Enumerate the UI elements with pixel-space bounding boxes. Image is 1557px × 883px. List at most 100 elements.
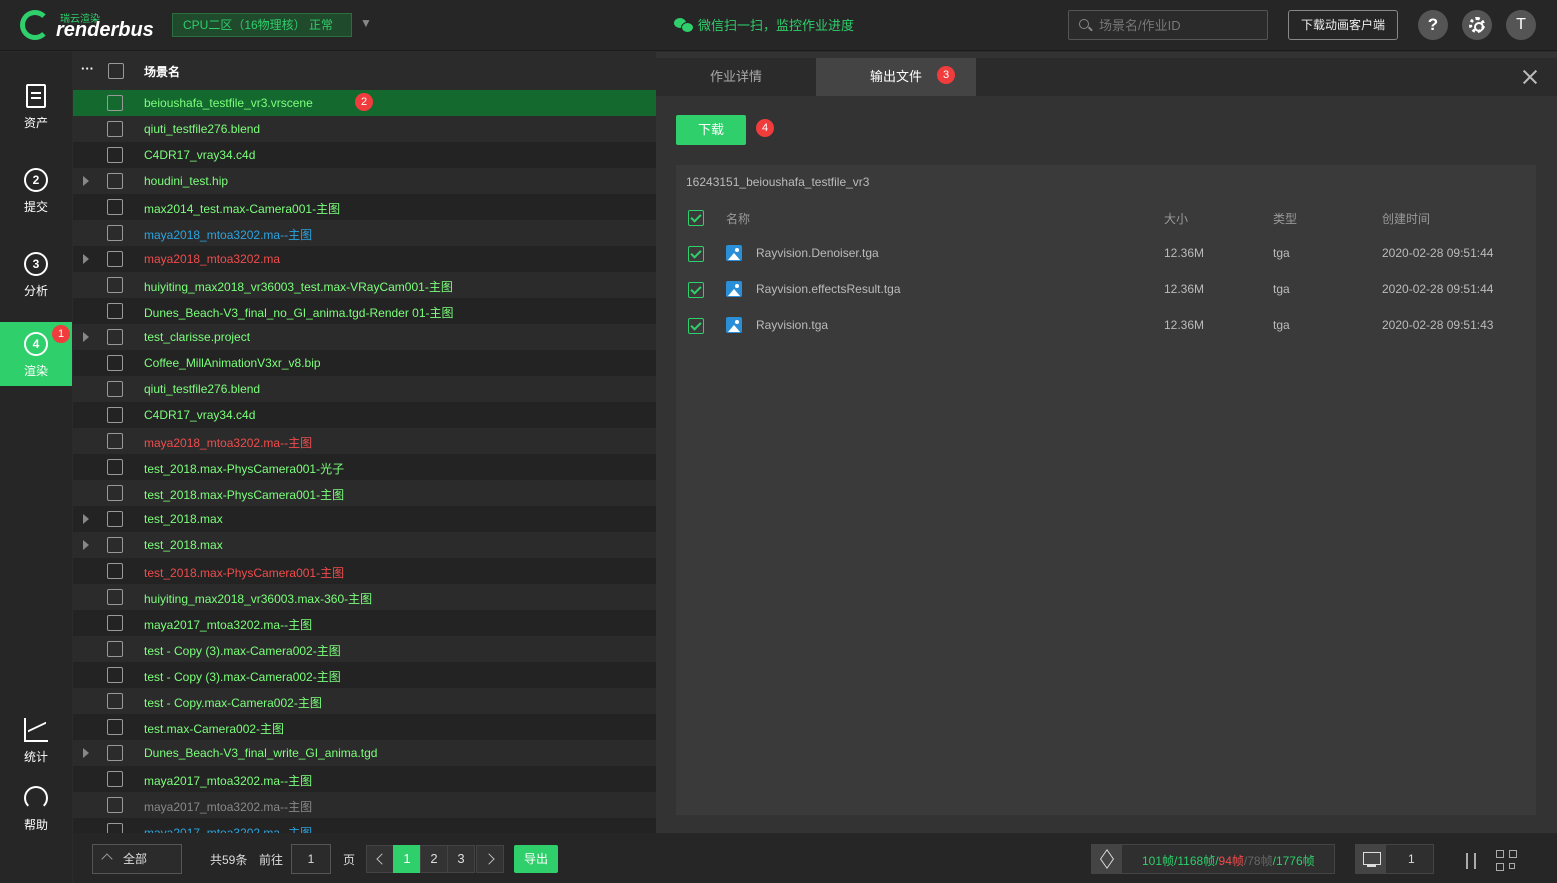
prev-page-button[interactable] [366, 845, 394, 873]
row-checkbox[interactable] [107, 173, 123, 189]
row-checkbox[interactable] [107, 823, 123, 833]
cpu-zone-selector[interactable]: CPU二区（16物理核） 正常 [172, 13, 352, 37]
close-icon[interactable] [1520, 68, 1540, 88]
table-row[interactable]: test_2018.max [73, 506, 656, 532]
table-row[interactable]: maya2017_mtoa3202.ma--主图 [73, 818, 656, 833]
table-row[interactable]: Coffee_MillAnimationV3xr_v8.bip [73, 350, 656, 376]
row-checkbox[interactable] [107, 147, 123, 163]
help-button[interactable]: ? [1418, 10, 1448, 40]
table-row[interactable]: huiyiting_max2018_vr36003_test.max-VRayC… [73, 272, 656, 298]
table-row[interactable]: qiuti_testfile276.blend [73, 376, 656, 402]
column-header-size[interactable]: 大小 [1164, 210, 1188, 227]
row-checkbox[interactable] [107, 511, 123, 527]
scene-name-column-header[interactable]: 场景名 [144, 63, 180, 80]
export-button[interactable]: 导出 [514, 845, 558, 873]
search-box[interactable] [1068, 10, 1268, 40]
table-row[interactable]: Dunes_Beach-V3_final_write_GI_anima.tgd [73, 740, 656, 766]
goto-page-input[interactable]: 1 [291, 844, 331, 874]
select-all-checkbox[interactable] [108, 63, 124, 79]
table-row[interactable]: maya2017_mtoa3202.ma--主图 [73, 792, 656, 818]
row-checkbox[interactable] [107, 95, 123, 111]
sidebar-item-render[interactable]: 4 1 渲染 [0, 322, 72, 386]
row-checkbox[interactable] [107, 459, 123, 475]
table-row[interactable]: C4DR17_vray34.c4d [73, 402, 656, 428]
user-avatar[interactable]: T [1506, 10, 1536, 40]
table-row[interactable]: test - Copy.max-Camera002-主图 [73, 688, 656, 714]
sidebar-item-analyze[interactable]: 3 分析 [0, 242, 72, 306]
table-row[interactable]: test_2018.max-PhysCamera001-光子 [73, 454, 656, 480]
search-input[interactable] [1099, 11, 1264, 39]
table-row[interactable]: maya2017_mtoa3202.ma--主图 [73, 766, 656, 792]
expand-arrow-icon[interactable] [83, 176, 89, 186]
table-row[interactable]: beioushafa_testfile_vr3.vrscene 2 [73, 90, 656, 116]
tab-job-detail[interactable]: 作业详情 [656, 58, 816, 96]
table-row[interactable]: maya2018_mtoa3202.ma [73, 246, 656, 272]
status-filter-select[interactable]: 全部 [92, 844, 182, 874]
row-checkbox[interactable] [107, 641, 123, 657]
page-button-1[interactable]: 1 [393, 845, 421, 873]
sort-icon[interactable] [1463, 851, 1483, 871]
page-button-3[interactable]: 3 [447, 845, 475, 873]
settings-button[interactable] [1462, 10, 1492, 40]
table-row[interactable]: huiyiting_max2018_vr36003.max-360-主图 [73, 584, 656, 610]
download-button[interactable]: 下载 [676, 115, 746, 145]
file-checkbox[interactable] [688, 246, 704, 262]
qr-code-icon[interactable] [1496, 850, 1518, 872]
row-checkbox[interactable] [107, 355, 123, 371]
row-checkbox[interactable] [107, 537, 123, 553]
column-header-created[interactable]: 创建时间 [1382, 210, 1430, 227]
row-checkbox[interactable] [107, 745, 123, 761]
machine-count[interactable]: 1 [1355, 844, 1434, 874]
expand-arrow-icon[interactable] [83, 540, 89, 550]
table-row[interactable]: maya2017_mtoa3202.ma--主图 [73, 610, 656, 636]
row-checkbox[interactable] [107, 797, 123, 813]
row-checkbox[interactable] [107, 693, 123, 709]
column-settings-button[interactable]: ··· [81, 61, 94, 76]
row-checkbox[interactable] [107, 199, 123, 215]
row-checkbox[interactable] [107, 667, 123, 683]
sidebar-item-submit[interactable]: 2 提交 [0, 158, 72, 222]
page-button-2[interactable]: 2 [420, 845, 448, 873]
row-checkbox[interactable] [107, 563, 123, 579]
select-all-files-checkbox[interactable] [688, 210, 704, 226]
table-row[interactable]: test_2018.max-PhysCamera001-主图 [73, 558, 656, 584]
sidebar-item-stats[interactable]: 统计 [0, 708, 72, 772]
expand-arrow-icon[interactable] [83, 332, 89, 342]
table-row[interactable]: test_2018.max-PhysCamera001-主图 [73, 480, 656, 506]
table-row[interactable]: test_clarisse.project [73, 324, 656, 350]
sidebar-item-asset[interactable]: 资产 [0, 74, 72, 138]
row-checkbox[interactable] [107, 303, 123, 319]
renderbus-logo[interactable]: 瑞云渲染 renderbus [20, 10, 165, 42]
sidebar-item-help[interactable]: 帮助 [0, 776, 72, 840]
expand-arrow-icon[interactable] [83, 748, 89, 758]
table-row[interactable]: C4DR17_vray34.c4d [73, 142, 656, 168]
table-row[interactable]: maya2018_mtoa3202.ma--主图 [73, 220, 656, 246]
table-row[interactable]: test_2018.max [73, 532, 656, 558]
row-checkbox[interactable] [107, 381, 123, 397]
tab-output-files[interactable]: 输出文件 3 [816, 58, 976, 96]
table-row[interactable]: Dunes_Beach-V3_final_no_GI_anima.tgd-Ren… [73, 298, 656, 324]
row-checkbox[interactable] [107, 615, 123, 631]
file-checkbox[interactable] [688, 318, 704, 334]
column-header-type[interactable]: 类型 [1273, 210, 1297, 227]
row-checkbox[interactable] [107, 433, 123, 449]
table-row[interactable]: test - Copy (3).max-Camera002-主图 [73, 662, 656, 688]
row-checkbox[interactable] [107, 771, 123, 787]
table-row[interactable]: qiuti_testfile276.blend [73, 116, 656, 142]
chevron-down-icon[interactable]: ▼ [360, 16, 372, 30]
row-checkbox[interactable] [107, 485, 123, 501]
row-checkbox[interactable] [107, 225, 123, 241]
row-checkbox[interactable] [107, 329, 123, 345]
expand-arrow-icon[interactable] [83, 514, 89, 524]
column-header-name[interactable]: 名称 [726, 210, 750, 227]
table-row[interactable]: max2014_test.max-Camera001-主图 [73, 194, 656, 220]
wechat-monitor-link[interactable]: 微信扫一扫，监控作业进度 [674, 15, 854, 34]
row-checkbox[interactable] [107, 251, 123, 267]
download-client-button[interactable]: 下载动画客户端 [1288, 10, 1398, 40]
row-checkbox[interactable] [107, 277, 123, 293]
table-row[interactable]: maya2018_mtoa3202.ma--主图 [73, 428, 656, 454]
table-row[interactable]: test - Copy (3).max-Camera002-主图 [73, 636, 656, 662]
row-checkbox[interactable] [107, 589, 123, 605]
row-checkbox[interactable] [107, 719, 123, 735]
file-checkbox[interactable] [688, 282, 704, 298]
